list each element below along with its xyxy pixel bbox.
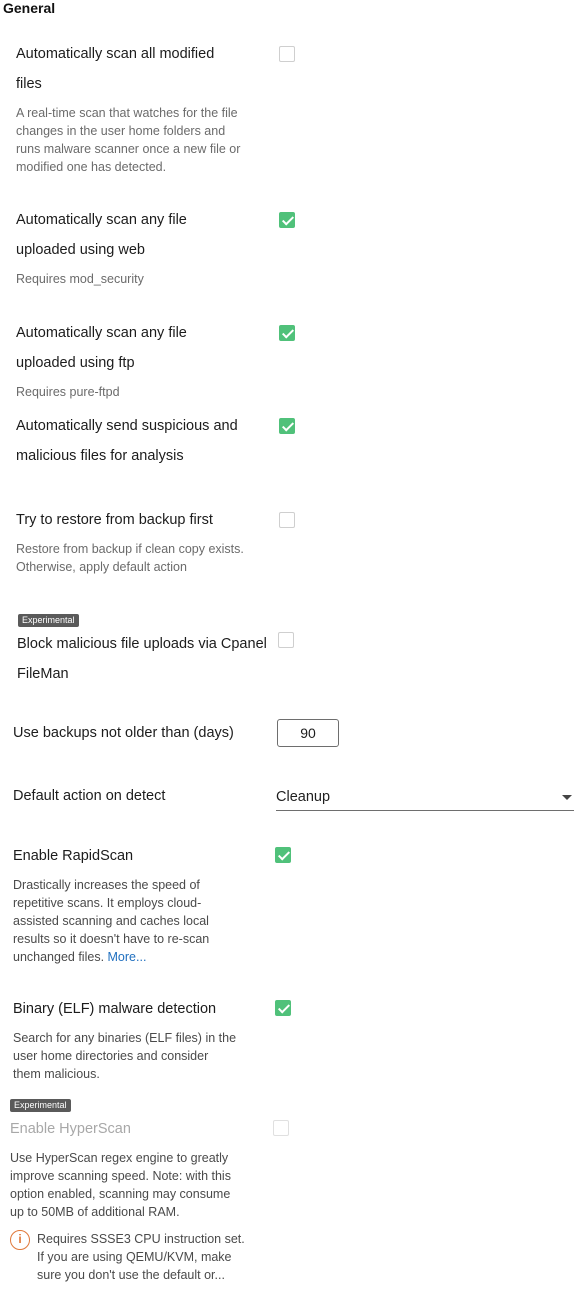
rapidscan-label: Enable RapidScan	[13, 848, 134, 864]
hyperscan-checkbox[interactable]	[273, 1120, 289, 1136]
warning-line: Requires SSSE3 CPU instruction set.	[37, 1232, 245, 1246]
backup-days-input[interactable]: 90	[277, 719, 339, 747]
label-line: files	[16, 76, 42, 92]
restore-backup-label: Try to restore from backup first	[16, 512, 213, 528]
scan-modified-description: A real-time scan that watches for the fi…	[16, 104, 240, 176]
send-suspicious-checkbox[interactable]	[279, 418, 295, 434]
desc-line: them malicious.	[13, 1067, 100, 1081]
label-line: Automatically scan any file	[16, 212, 187, 228]
block-fileman-checkbox[interactable]	[278, 632, 294, 648]
block-fileman-label: Block malicious file uploads via Cpanel …	[17, 629, 267, 689]
default-action-label: Default action on detect	[13, 788, 166, 804]
desc-line: Otherwise, apply default action	[16, 560, 187, 574]
desc-line: up to 50MB of additional RAM.	[10, 1205, 180, 1219]
chevron-down-icon	[562, 795, 572, 800]
section-title: General	[3, 0, 56, 16]
scan-modified-label: Automatically scan all modified files	[16, 39, 214, 99]
scan-ftp-checkbox[interactable]	[279, 325, 295, 341]
scan-web-description: Requires mod_security	[16, 272, 144, 286]
elf-detection-checkbox[interactable]	[275, 1000, 291, 1016]
experimental-badge: Experimental	[18, 614, 79, 627]
warning-line: If you are using QEMU/KVM, make	[37, 1250, 232, 1264]
desc-line: unchanged files. More...	[13, 948, 209, 966]
scan-web-label: Automatically scan any file uploaded usi…	[16, 205, 187, 265]
label-line: uploaded using ftp	[16, 355, 135, 371]
more-link[interactable]: More...	[108, 950, 147, 964]
desc-line: Search for any binaries (ELF files) in t…	[13, 1031, 237, 1045]
hyperscan-description: Use HyperScan regex engine to greatly im…	[10, 1149, 231, 1221]
label-line: FileMan	[17, 666, 69, 682]
restore-backup-description: Restore from backup if clean copy exists…	[16, 540, 244, 576]
elf-detection-label: Binary (ELF) malware detection	[13, 1001, 217, 1017]
experimental-badge: Experimental	[10, 1099, 71, 1112]
backup-days-label: Use backups not older than (days)	[13, 725, 234, 741]
warning-line: sure you don't use the default or...	[37, 1268, 225, 1282]
label-line: uploaded using web	[16, 242, 145, 258]
desc-line: option enabled, scanning may consume	[10, 1187, 231, 1201]
restore-backup-checkbox[interactable]	[279, 512, 295, 528]
desc-line: Use HyperScan regex engine to greatly	[10, 1151, 229, 1165]
desc-line: A real-time scan that watches for the fi…	[16, 106, 238, 120]
label-line: malicious files for analysis	[16, 448, 184, 464]
info-circle-icon: i	[10, 1230, 30, 1250]
desc-line: Drastically increases the speed of	[13, 878, 200, 892]
hyperscan-warning: Requires SSSE3 CPU instruction set. If y…	[37, 1230, 245, 1284]
desc-text: unchanged files.	[13, 950, 108, 964]
scan-ftp-description: Requires pure-ftpd	[16, 385, 120, 399]
desc-line: Restore from backup if clean copy exists…	[16, 542, 244, 556]
hyperscan-label: Enable HyperScan	[10, 1121, 131, 1137]
elf-detection-description: Search for any binaries (ELF files) in t…	[13, 1029, 236, 1083]
scan-modified-checkbox[interactable]	[279, 46, 295, 62]
scan-web-checkbox[interactable]	[279, 212, 295, 228]
desc-line: improve scanning speed. Note: with this	[10, 1169, 231, 1183]
desc-line: changes in the user home folders and	[16, 124, 226, 138]
label-line: Automatically scan all modified	[16, 46, 215, 62]
label-line: Automatically scan any file	[16, 325, 187, 341]
desc-line: runs malware scanner once a new file or	[16, 142, 241, 156]
rapidscan-checkbox[interactable]	[275, 847, 291, 863]
scan-ftp-label: Automatically scan any file uploaded usi…	[16, 318, 187, 378]
desc-line: results so it doesn't have to re-scan	[13, 932, 210, 946]
label-line: Automatically send suspicious and	[16, 418, 238, 434]
label-line: Block malicious file uploads via Cpanel	[17, 636, 267, 652]
desc-line: modified one has detected.	[16, 160, 167, 174]
default-action-select[interactable]: Cleanup	[276, 784, 574, 811]
default-action-value: Cleanup	[276, 789, 331, 805]
desc-line: user home directories and consider	[13, 1049, 209, 1063]
rapidscan-description: Drastically increases the speed of repet…	[13, 876, 209, 966]
send-suspicious-label: Automatically send suspicious and malici…	[16, 411, 238, 471]
desc-line: repetitive scans. It employs cloud-	[13, 896, 202, 910]
desc-line: assisted scanning and caches local	[13, 914, 209, 928]
